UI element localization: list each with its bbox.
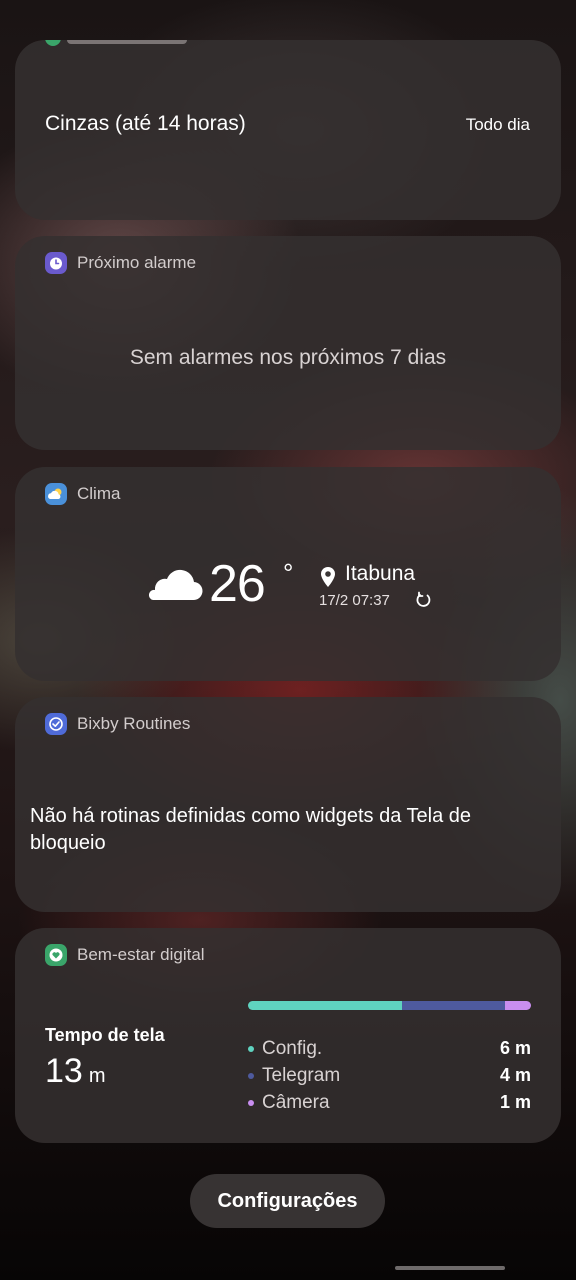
cloud-icon xyxy=(148,569,203,601)
usage-bar-segment xyxy=(248,1001,403,1010)
weather-updated-time: 17/2 07:37 xyxy=(319,592,390,609)
weather-info: 26 ° Itabuna 17/2 07:37 xyxy=(147,555,447,620)
app-usage-row: Câmera 1 m xyxy=(248,1089,531,1116)
digital-wellbeing-widget[interactable]: Bem-estar digital Tempo de tela 13 m Conf… xyxy=(15,928,561,1143)
wellbeing-widget-header: Bem-estar digital xyxy=(45,944,205,966)
usage-bar-segment xyxy=(505,1001,531,1010)
app-color-dot xyxy=(248,1099,254,1106)
bixby-widget-title: Bixby Routines xyxy=(77,714,191,733)
screen-time-number: 13 xyxy=(45,1052,83,1090)
event-time: Todo dia xyxy=(465,115,530,134)
refresh-icon[interactable] xyxy=(415,591,433,609)
temperature: 26 xyxy=(209,555,266,613)
settings-button[interactable]: Configurações xyxy=(190,1174,385,1228)
app-usage-time: 1 m xyxy=(499,1092,531,1112)
app-color-dot xyxy=(248,1045,254,1052)
events-header-peek xyxy=(45,40,195,46)
weather-city: Itabuna xyxy=(345,562,416,585)
screen-time-usage-bar xyxy=(248,1001,531,1010)
app-name: Câmera xyxy=(262,1091,330,1113)
no-alarms-message: Sem alarmes nos próximos 7 dias xyxy=(129,346,447,369)
screen-time-value: 13 m xyxy=(45,1052,106,1091)
degree-symbol: ° xyxy=(283,558,294,588)
weather-widget[interactable]: Clima 26 ° Itabuna 17/2 07:37 xyxy=(15,467,561,681)
home-indicator[interactable] xyxy=(395,1266,505,1270)
app-color-dot xyxy=(248,1072,254,1079)
app-usage-time: 4 m xyxy=(499,1065,531,1085)
app-usage-row: Config. 6 m xyxy=(248,1035,531,1062)
app-name: Telegram xyxy=(262,1064,341,1086)
alarm-widget-title: Próximo alarme xyxy=(77,253,197,272)
weather-icon xyxy=(45,483,67,505)
event-name: Cinzas (até 14 horas) xyxy=(45,112,246,135)
next-alarm-widget[interactable]: Próximo alarme Sem alarmes nos próximos … xyxy=(15,236,561,450)
app-usage-time: 6 m xyxy=(499,1038,531,1058)
alarm-widget-header: Próximo alarme xyxy=(45,252,196,274)
bixby-widget-header: Bixby Routines xyxy=(45,713,190,735)
no-routines-message: Não há rotinas definidas como widgets da… xyxy=(30,805,472,854)
screen-time-unit: m xyxy=(88,1065,106,1087)
bixby-routines-icon xyxy=(45,713,67,735)
screen-time-label: Tempo de tela xyxy=(45,1025,165,1045)
events-widget[interactable]: Cinzas (até 14 horas) Todo dia xyxy=(15,40,561,220)
usage-bar-segment xyxy=(402,1001,506,1010)
weather-widget-header: Clima xyxy=(45,483,120,505)
heart-icon xyxy=(45,944,67,966)
location-pin-icon xyxy=(321,567,335,587)
wellbeing-widget-title: Bem-estar digital xyxy=(77,945,205,964)
bixby-routines-widget[interactable]: Bixby Routines Não há rotinas definidas … xyxy=(15,697,561,912)
app-name: Config. xyxy=(262,1037,323,1059)
app-usage-row: Telegram 4 m xyxy=(248,1062,531,1089)
alarm-clock-icon xyxy=(45,252,67,274)
weather-widget-title: Clima xyxy=(77,484,121,503)
app-usage-list: Config. 6 m Telegram 4 m Câmera 1 m xyxy=(248,1035,531,1116)
